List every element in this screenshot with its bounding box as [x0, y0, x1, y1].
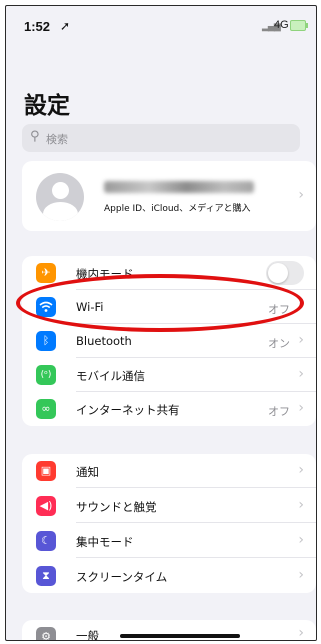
row-divider	[76, 557, 316, 558]
settings-screen: 1:52 ➚ ▂▄▆ 4G 設定 ⚲ 検索 Apple ID、iCloud、メデ…	[5, 5, 317, 641]
home-indicator	[120, 634, 240, 638]
chevron-right-icon: ›	[298, 400, 304, 416]
settings-row-value: オン	[268, 337, 290, 350]
settings-row-screen-time[interactable]: ⧗ スクリーンタイム ›	[22, 559, 316, 593]
search-placeholder: 検索	[46, 133, 68, 146]
status-bar: 1:52 ➚ ▂▄▆ 4G	[6, 6, 316, 50]
settings-row-label: Bluetooth	[76, 334, 132, 348]
avatar-head-shape	[52, 182, 69, 199]
hotspot-icon: ∞	[36, 399, 56, 419]
gear-icon: ⚙	[36, 627, 56, 640]
page-title: 設定	[24, 93, 70, 119]
sound-icon: ◀)	[36, 496, 56, 516]
toggle-knob	[268, 263, 288, 283]
settings-row-sounds[interactable]: ◀) サウンドと触覚 ›	[22, 489, 316, 523]
chevron-right-icon: ›	[298, 567, 304, 583]
airplane-icon: ✈	[36, 263, 56, 283]
avatar	[36, 173, 84, 221]
settings-row-label: スクリーンタイム	[76, 570, 168, 584]
apple-id-card[interactable]: Apple ID、iCloud、メディアと購入 ›	[22, 161, 316, 231]
bluetooth-icon: ᛒ	[36, 331, 56, 351]
chevron-right-icon: ›	[298, 625, 304, 641]
settings-row-label: 集中モード	[76, 535, 134, 549]
avatar-body-shape	[43, 202, 78, 221]
network-type: 4G	[274, 19, 289, 31]
chevron-right-icon: ›	[298, 532, 304, 548]
battery-charging-icon	[290, 20, 308, 31]
search-icon: ⚲	[30, 129, 40, 144]
chevron-right-icon: ›	[298, 462, 304, 478]
row-divider	[76, 522, 316, 523]
chevron-right-icon: ›	[298, 187, 304, 203]
settings-row-value: オフ	[268, 405, 290, 418]
location-arrow-icon: ➚	[60, 19, 71, 33]
chevron-right-icon: ›	[298, 366, 304, 382]
blurred-account-name	[104, 181, 254, 193]
settings-row-focus[interactable]: ☾ 集中モード ›	[22, 524, 316, 558]
settings-row-label: 一般	[76, 629, 99, 641]
airplane-mode-toggle[interactable]	[266, 261, 304, 285]
settings-row-notifications[interactable]: ▣ 通知 ›	[22, 454, 316, 488]
apple-id-subtitle: Apple ID、iCloud、メディアと購入	[104, 204, 251, 214]
row-divider	[76, 487, 316, 488]
settings-row-cellular[interactable]: (ᵒ) モバイル通信 ›	[22, 358, 316, 392]
chevron-right-icon: ›	[298, 497, 304, 513]
chevron-right-icon: ›	[298, 332, 304, 348]
hourglass-icon: ⧗	[36, 566, 56, 586]
settings-row-label: インターネット共有	[76, 403, 180, 417]
settings-row-label: モバイル通信	[76, 369, 145, 383]
settings-row-label: サウンドと触覚	[76, 500, 157, 514]
notifications-icon: ▣	[36, 461, 56, 481]
notifications-group: ▣ 通知 › ◀) サウンドと触覚 › ☾ 集中モード › ⧗ スクリーンタイム…	[22, 454, 316, 593]
focus-moon-icon: ☾	[36, 531, 56, 551]
settings-row-hotspot[interactable]: ∞ インターネット共有 オフ ›	[22, 392, 316, 426]
wifi-highlight-annotation	[16, 274, 304, 332]
status-time: 1:52	[24, 19, 51, 34]
cellular-icon: (ᵒ)	[36, 365, 56, 385]
search-input[interactable]: ⚲ 検索	[22, 124, 300, 152]
settings-row-label: 通知	[76, 465, 99, 479]
